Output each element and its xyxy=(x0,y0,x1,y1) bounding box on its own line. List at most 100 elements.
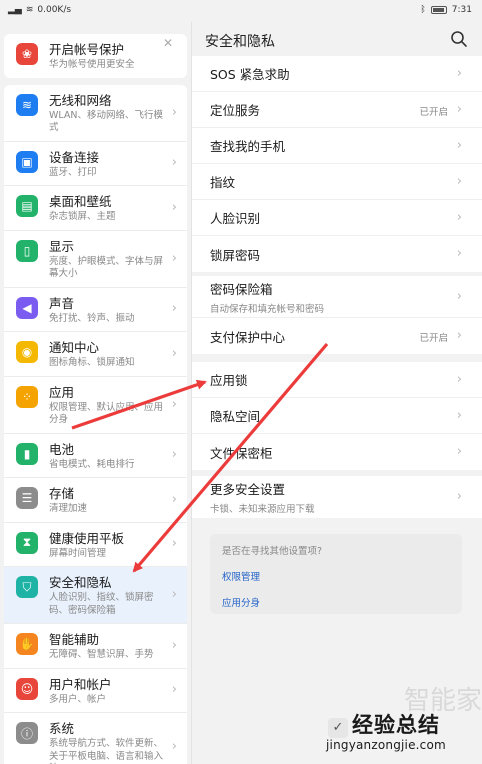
setting-item-label: 隐私空间 xyxy=(210,409,261,424)
sidebar-item-label: 显示 xyxy=(49,238,75,254)
sidebar-item-apps[interactable]: ⁘ 应用 权限管理、默认应用、应用分身 › xyxy=(4,377,187,434)
storage-icon: ☰ xyxy=(16,487,38,509)
setting-item-fingerprint[interactable]: 指纹 › xyxy=(192,164,482,200)
sidebar-item-wlan[interactable]: ≋ 无线和网络 WLAN、移动网络、飞行模式 › xyxy=(4,85,187,142)
sidebar-item-display[interactable]: ▯ 显示 亮度、护眼模式、字体与屏幕大小 › xyxy=(4,231,187,288)
sidebar-item-account[interactable]: ❀ 开启帐号保护 华为帐号使用更安全 ✕ xyxy=(4,34,187,78)
sidebar-item-assist[interactable]: ✋ 智能辅助 无障碍、智慧识屏、手势 › xyxy=(4,624,187,669)
sidebar-item-subtitle: 亮度、护眼模式、字体与屏幕大小 xyxy=(49,255,164,280)
chevron-right-icon: › xyxy=(171,250,177,266)
apps-grid-icon: ⁘ xyxy=(16,385,38,408)
wallpaper-icon: ▤ xyxy=(16,195,38,217)
device-connect-icon: ▣ xyxy=(16,150,38,173)
sidebar-item-subtitle: 人脸识别、指纹、锁屏密码、密码保险箱 xyxy=(49,592,154,616)
chevron-right-icon: › xyxy=(171,345,177,361)
chevron-right-icon: › xyxy=(456,65,462,81)
sidebar-item-subtitle: 图标角标、锁屏通知 xyxy=(49,357,135,368)
settings-list: ❀ 开启帐号保护 华为帐号使用更安全 ✕ ≋ 无线和网络 WLAN、移动网络、飞行模式 › ▣ 设… xyxy=(0,34,191,764)
setting-item-lockpwd[interactable]: 锁屏密码 › xyxy=(192,236,482,272)
setting-item-label: 人脸识别 xyxy=(210,211,261,226)
search-icon[interactable] xyxy=(450,30,468,48)
sidebar-item-subtitle: 蓝牙、打印 xyxy=(49,166,97,178)
sidebar-item-health[interactable]: ⧗ 健康使用平板 屏幕时间管理 › xyxy=(4,523,187,567)
display-icon: ▯ xyxy=(16,239,38,262)
setting-item-safebox[interactable]: 文件保密柜 › xyxy=(192,434,482,470)
chevron-right-icon: › xyxy=(171,536,177,552)
setting-item-label: 支付保护中心 xyxy=(210,329,286,345)
bell-icon: ◉ xyxy=(16,341,38,363)
sidebar-item-subtitle: 清理加速 xyxy=(49,503,88,514)
chevron-right-icon: › xyxy=(171,637,177,653)
close-icon[interactable]: ✕ xyxy=(163,36,173,50)
sidebar-item-system[interactable]: ⓘ 系统系统导航方式、软件更新、关于平板电脑、语言和输入法 › xyxy=(4,713,187,764)
sidebar-item-subtitle: 免打扰、铃声、振动 xyxy=(49,312,135,324)
settings-sidebar: 设置 ❀开启帐号保护华为帐号使用更安全✕≋无线和网络WLAN、移动网络、飞行模式… xyxy=(0,22,191,764)
setting-item-label: 指纹 xyxy=(210,175,236,190)
chevron-right-icon: › xyxy=(456,328,462,343)
sidebar-item-label: 通知中心 xyxy=(49,340,100,355)
watermark-url: jingyanzongjie.com xyxy=(326,738,446,752)
sidebar-item-subtitle: 无障碍、智慧识屏、手势 xyxy=(49,649,154,660)
sidebar-item-subtitle: 省电模式、耗电排行 xyxy=(49,458,135,470)
sidebar-item-storage[interactable]: ☰ 存储 清理加速 › xyxy=(4,478,187,523)
chevron-right-icon: › xyxy=(171,739,177,755)
sidebar-item-notify[interactable]: ◉ 通知中心图标角标、锁屏通知 › xyxy=(4,332,187,377)
chevron-right-icon: › xyxy=(171,155,177,171)
sidebar-item-sound[interactable]: ◀ 声音 免打扰、铃声、振动 › xyxy=(4,288,187,332)
status-badge: 已开启 xyxy=(419,333,448,344)
setting-item-label: 定位服务 xyxy=(210,103,261,118)
setting-item-more[interactable]: 更多安全设置卡锁、未知来源应用下载 › xyxy=(192,476,482,518)
battery-status-icon xyxy=(430,6,447,14)
wifi-status-icon: ≋ xyxy=(25,5,34,15)
setting-item-sos[interactable]: SOS 紧急求助 › xyxy=(192,56,482,92)
sidebar-item-label: 桌面和壁纸 xyxy=(49,194,112,209)
setting-item-findphone[interactable]: 查找我的手机 › xyxy=(192,128,482,164)
chevron-right-icon: › xyxy=(171,301,177,317)
sidebar-item-label: 声音 xyxy=(49,295,75,311)
sound-icon: ◀ xyxy=(16,296,38,319)
network-speed: 0.00K/s xyxy=(37,5,72,15)
sidebar-item-device[interactable]: ▣ 设备连接 蓝牙、打印 › xyxy=(4,142,187,186)
sidebar-item-label: 存储 xyxy=(49,486,75,501)
setting-item-privatespace[interactable]: 隐私空间 › xyxy=(192,398,482,434)
setting-item-label: 应用锁 xyxy=(210,373,248,388)
setting-item-face[interactable]: 人脸识别 › xyxy=(192,200,482,236)
setting-item-label: 更多安全设置 xyxy=(210,482,286,497)
sidebar-item-battery[interactable]: ▮ 电池 省电模式、耗电排行 › xyxy=(4,434,187,478)
setting-item-applock[interactable]: 应用锁 › xyxy=(192,362,482,398)
chevron-right-icon: › xyxy=(456,444,462,459)
setting-item-subtitle: 卡锁、未知来源应用下载 xyxy=(210,504,315,515)
user-icon: ☺ xyxy=(16,677,38,700)
clock: 7:31 xyxy=(451,5,472,15)
chevron-right-icon: › xyxy=(456,101,462,117)
sidebar-item-desktop[interactable]: ▤ 桌面和壁纸杂志锁屏、主题 › xyxy=(4,186,187,231)
chevron-right-icon: › xyxy=(171,447,177,463)
suggestion-question: 是否在寻找其他设置项? xyxy=(222,546,323,557)
setting-item-label: SOS 紧急求助 xyxy=(210,67,290,82)
chevron-right-icon: › xyxy=(171,104,177,120)
sidebar-item-security[interactable]: ⛉ 安全和隐私 人脸识别、指纹、锁屏密码、密码保险箱 › xyxy=(4,567,187,624)
sidebar-item-users[interactable]: ☺ 用户和帐户 多用户、帐户 › xyxy=(4,669,187,713)
sidebar-item-label: 健康使用平板 xyxy=(49,530,125,546)
chevron-right-icon: › xyxy=(171,199,177,215)
setting-item-vault[interactable]: 密码保险箱 自动保存和填充帐号和密码 › xyxy=(192,276,482,318)
sidebar-item-label: 开启帐号保护 xyxy=(49,42,125,57)
security-group-more: 更多安全设置卡锁、未知来源应用下载 › xyxy=(192,476,482,518)
signal-icon: ▂▄ xyxy=(8,5,22,15)
suggestion-link-permissions[interactable]: 权限管理 xyxy=(222,569,450,583)
suggestion-link-app-twin[interactable]: 应用分身 xyxy=(222,595,450,609)
setting-item-location[interactable]: 定位服务 已开启 › xyxy=(192,92,482,128)
security-detail-pane: 安全和隐私 SOS 紧急求助 › 定位服务 已开启 › 查找我的手机 › 指纹 › 人脸识别 › 锁屏… xyxy=(192,22,482,764)
sidebar-item-subtitle: 权限管理、默认应用、应用分身 xyxy=(49,401,164,426)
suggestion-card: 是否在寻找其他设置项? 权限管理 应用分身 xyxy=(210,534,462,614)
setting-item-pay[interactable]: 支付保护中心 已开启 › xyxy=(192,318,482,354)
security-group-basic: SOS 紧急求助 › 定位服务 已开启 › 查找我的手机 › 指纹 › 人脸识别 › 锁屏密码 › xyxy=(192,56,482,272)
setting-item-label: 查找我的手机 xyxy=(210,139,286,154)
sidebar-item-subtitle: 杂志锁屏、主题 xyxy=(49,211,116,222)
battery-icon: ▮ xyxy=(16,442,38,465)
chevron-right-icon: › xyxy=(456,489,462,504)
sidebar-item-subtitle: 系统导航方式、软件更新、关于平板电脑、语言和输入法 xyxy=(49,738,164,764)
watermark-logo-icon: ✓ xyxy=(328,718,348,738)
shield-icon: ⛉ xyxy=(16,576,38,598)
chevron-right-icon: › xyxy=(456,173,462,189)
